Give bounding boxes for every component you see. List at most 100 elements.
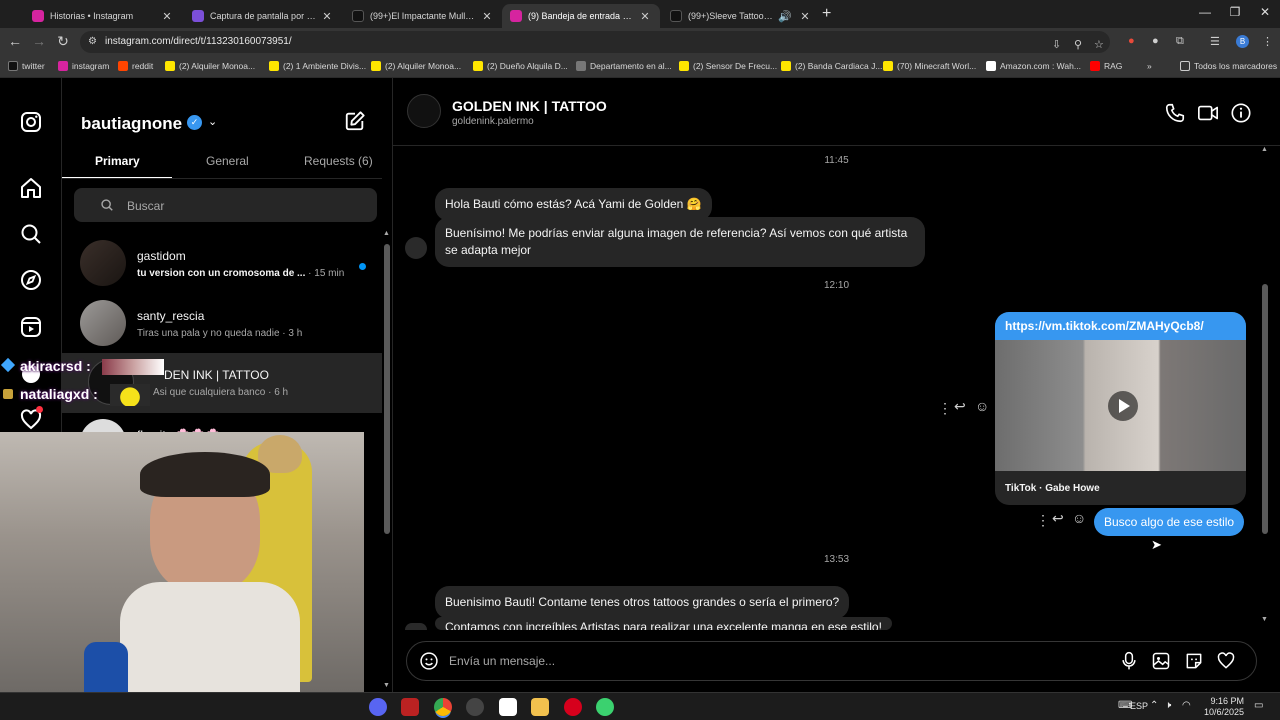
opera-icon[interactable]	[564, 698, 582, 716]
sender-avatar[interactable]	[405, 623, 427, 630]
scrollbar-thumb[interactable]	[1262, 284, 1268, 534]
bookmark-star-icon[interactable]: ☆	[1094, 38, 1104, 51]
scroll-up-icon[interactable]: ▲	[1261, 146, 1268, 153]
bookmark-item[interactable]: instagram	[58, 61, 109, 71]
url-text[interactable]: instagram.com/direct/t/113230160073951/	[105, 36, 292, 47]
all-bookmarks-folder[interactable]: Todos los marcadores	[1180, 61, 1277, 71]
instagram-logo-icon[interactable]	[19, 110, 43, 134]
bookmark-item[interactable]: (2) Alquiler Monoa...	[165, 61, 255, 71]
sticker-icon[interactable]	[1184, 651, 1204, 671]
shared-link-card[interactable]: https://vm.tiktok.com/ZMAHyQcb8/ TikTok …	[995, 312, 1246, 505]
react-emoji-icon[interactable]: ☺	[975, 398, 989, 414]
speaker-icon[interactable]: 🔊	[778, 10, 792, 23]
inbox-scrollbar[interactable]: ▲ ▼	[383, 230, 391, 690]
more-options-icon[interactable]: ⋮	[1036, 512, 1050, 529]
thread-item-santy-rescia[interactable]: santy_rescia Tiras una pala y no queda n…	[62, 294, 382, 354]
more-options-icon[interactable]: ⋮	[938, 400, 952, 417]
bookmark-item[interactable]: (2) 1 Ambiente Divis...	[269, 61, 366, 71]
menu-kebab-icon[interactable]: ⋮	[1262, 35, 1273, 48]
browser-tab-historias[interactable]: Historias • Instagram ✕	[24, 4, 182, 28]
explore-compass-icon[interactable]	[19, 268, 43, 292]
message-input[interactable]: Envía un mensaje...	[449, 654, 555, 668]
browser-tab-lightshot[interactable]: Captura de pantalla por Lightshot ✕	[184, 4, 342, 28]
url-bar[interactable]: ⚙ instagram.com/direct/t/113230160073951…	[80, 31, 1110, 53]
close-window-icon[interactable]: ✕	[1250, 5, 1280, 19]
sender-avatar[interactable]	[405, 237, 427, 259]
tab-general[interactable]: General	[206, 154, 249, 168]
incoming-message[interactable]: Contamos con increíbles Artistas para re…	[435, 617, 892, 630]
chat-scrollbar[interactable]: ▲ ▼	[1261, 146, 1269, 626]
scroll-down-icon[interactable]: ▼	[1261, 616, 1268, 623]
bookmark-item[interactable]: (70) Minecraft Worl...	[883, 61, 976, 71]
reading-list-icon[interactable]: ☰	[1210, 35, 1220, 48]
profile-avatar-icon[interactable]: B	[1236, 35, 1249, 48]
like-heart-icon[interactable]	[1216, 651, 1236, 671]
chat-title[interactable]: GOLDEN INK | TATTOO	[452, 98, 607, 114]
scroll-down-icon[interactable]: ▼	[383, 682, 390, 689]
scrollbar-thumb[interactable]	[384, 244, 390, 534]
chrome-icon[interactable]	[434, 698, 452, 716]
volume-icon[interactable]: 🕨	[1165, 700, 1171, 711]
thread-item-gastidom[interactable]: gastidom tu version con un cromosoma de …	[62, 234, 382, 294]
tab-requests[interactable]: Requests (6)	[304, 154, 373, 168]
back-icon[interactable]: ←	[5, 33, 25, 49]
video-thumbnail[interactable]	[995, 340, 1246, 471]
forward-icon[interactable]: →	[29, 33, 49, 49]
bookmark-item[interactable]: (2) Banda Cardiaca J...	[781, 61, 882, 71]
chat-handle[interactable]: goldenink.palermo	[452, 116, 534, 127]
new-message-compose-icon[interactable]	[344, 110, 366, 132]
voice-message-microphone-icon[interactable]	[1119, 651, 1139, 671]
bookmarks-overflow-button[interactable]: »	[1147, 61, 1152, 71]
shared-link-url[interactable]: https://vm.tiktok.com/ZMAHyQcb8/	[995, 312, 1246, 340]
app-icon[interactable]	[401, 698, 419, 716]
reply-icon[interactable]: ↩	[954, 398, 966, 415]
show-hidden-icons-icon[interactable]: ⌃	[1150, 700, 1158, 711]
browser-tab-tiktok-mullet[interactable]: (99+)El Impactante Mullet y el Cor ✕	[344, 4, 502, 28]
system-clock[interactable]: 9:16 PM 10/6/2025	[1196, 696, 1244, 718]
reels-icon[interactable]	[19, 315, 43, 339]
search-icon[interactable]	[19, 222, 43, 246]
minimize-window-icon[interactable]: —	[1190, 5, 1220, 19]
chevron-down-icon[interactable]: ⌄	[208, 115, 217, 128]
notifications-icon[interactable]: ▭	[1254, 700, 1263, 711]
close-tab-icon[interactable]: ✕	[798, 10, 812, 23]
reload-icon[interactable]: ↻	[53, 33, 73, 50]
close-tab-icon[interactable]: ✕	[160, 10, 174, 23]
react-emoji-icon[interactable]: ☺	[1072, 510, 1086, 526]
scroll-up-icon[interactable]: ▲	[383, 230, 390, 237]
bookmark-item[interactable]: reddit	[118, 61, 153, 71]
extension-icon[interactable]: ●	[1152, 35, 1159, 47]
maximize-window-icon[interactable]: ❐	[1220, 5, 1250, 19]
message-composer[interactable]: Envía un mensaje...	[406, 641, 1257, 681]
install-app-icon[interactable]: ⇩	[1052, 38, 1061, 51]
browser-tab-inbox[interactable]: (9) Bandeja de entrada • Chats ✕	[502, 4, 660, 28]
obs-icon[interactable]	[466, 698, 484, 716]
extension-icon[interactable]: ●	[1128, 35, 1135, 47]
close-tab-icon[interactable]: ✕	[638, 10, 652, 23]
emoji-picker-icon[interactable]	[419, 651, 439, 671]
attach-photo-icon[interactable]	[1151, 651, 1171, 671]
chat-avatar[interactable]	[407, 94, 441, 128]
incoming-message[interactable]: Buenisimo Bauti! Contame tenes otros tat…	[435, 586, 850, 619]
phone-call-icon[interactable]	[1164, 102, 1186, 124]
site-info-icon[interactable]: ⚙	[88, 36, 97, 47]
conversation-info-icon[interactable]	[1230, 102, 1252, 124]
discord-icon[interactable]	[369, 698, 387, 716]
browser-tab-sleeve-tattoo[interactable]: (99+)Sleeve Tattoo Ideas for Men 🔊 ✕	[662, 4, 820, 28]
new-tab-icon[interactable]: +	[822, 5, 831, 23]
outgoing-message[interactable]: Busco algo de ese estilo	[1094, 508, 1245, 536]
bookmark-item[interactable]: Departamento en al...	[576, 61, 672, 71]
account-username[interactable]: bautiagnone	[81, 114, 182, 134]
home-icon[interactable]	[19, 176, 43, 200]
search-input[interactable]: Buscar	[74, 188, 377, 222]
input-language[interactable]: ESP	[1130, 701, 1148, 711]
zoom-icon[interactable]: ⚲	[1074, 38, 1082, 51]
reply-icon[interactable]: ↩	[1052, 510, 1064, 527]
bookmark-item[interactable]: twitter	[8, 61, 45, 71]
video-call-icon[interactable]	[1197, 102, 1219, 124]
app-icon[interactable]	[499, 698, 517, 716]
bookmark-item[interactable]: (2) Alquiler Monoa...	[371, 61, 461, 71]
close-tab-icon[interactable]: ✕	[320, 10, 334, 23]
bookmark-item[interactable]: RAG	[1090, 61, 1122, 71]
close-tab-icon[interactable]: ✕	[480, 10, 494, 23]
